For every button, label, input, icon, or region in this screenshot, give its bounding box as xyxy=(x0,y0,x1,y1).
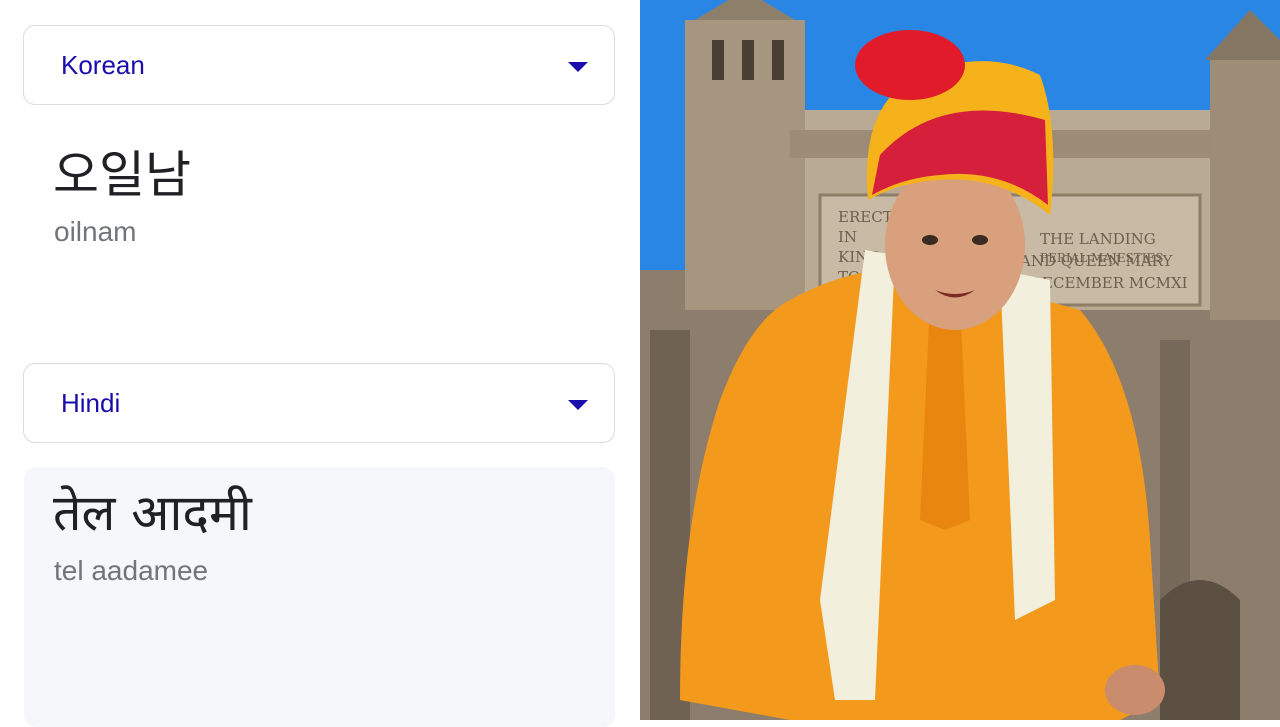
source-romanization: oilnam xyxy=(54,216,137,247)
tower-window xyxy=(742,40,754,80)
orange-kurta xyxy=(680,268,1160,720)
inscription-line: IN xyxy=(838,228,857,246)
translation-panel: Korean 오일남 oilnam Hindi तेल आदमी tel aad… xyxy=(0,0,640,727)
inscription-line: DECEMBER MCMXI xyxy=(1030,274,1188,292)
photo-illustration: ERECT IN KING TO AND QUEEN MARY DECEMBER… xyxy=(640,0,1280,720)
target-language-label: Hindi xyxy=(61,388,121,418)
gateway-photo: ERECT IN KING TO AND QUEEN MARY DECEMBER… xyxy=(640,0,1280,720)
inscription-line: THE LANDING xyxy=(1040,230,1156,248)
eye xyxy=(922,235,938,245)
tower-window xyxy=(772,40,784,80)
translated-text: तेल आदमी xyxy=(53,484,252,542)
hand xyxy=(1105,665,1165,715)
archway xyxy=(1160,580,1240,720)
tower-window xyxy=(712,40,724,80)
inscription-line: PERIAL MAJESTIES xyxy=(1040,251,1164,265)
eye xyxy=(972,235,988,245)
translated-romanization: tel aadamee xyxy=(54,555,209,586)
source-language-select[interactable]: Korean xyxy=(23,25,615,105)
source-language-label: Korean xyxy=(61,50,145,80)
chevron-down-icon xyxy=(568,400,588,410)
inscription-line: ERECT xyxy=(838,208,893,226)
turban-pompom xyxy=(855,30,965,100)
chevron-down-icon xyxy=(568,62,588,72)
target-language-select[interactable]: Hindi xyxy=(23,363,615,443)
right-tower xyxy=(1210,60,1280,320)
source-text: 오일남 xyxy=(53,146,191,204)
